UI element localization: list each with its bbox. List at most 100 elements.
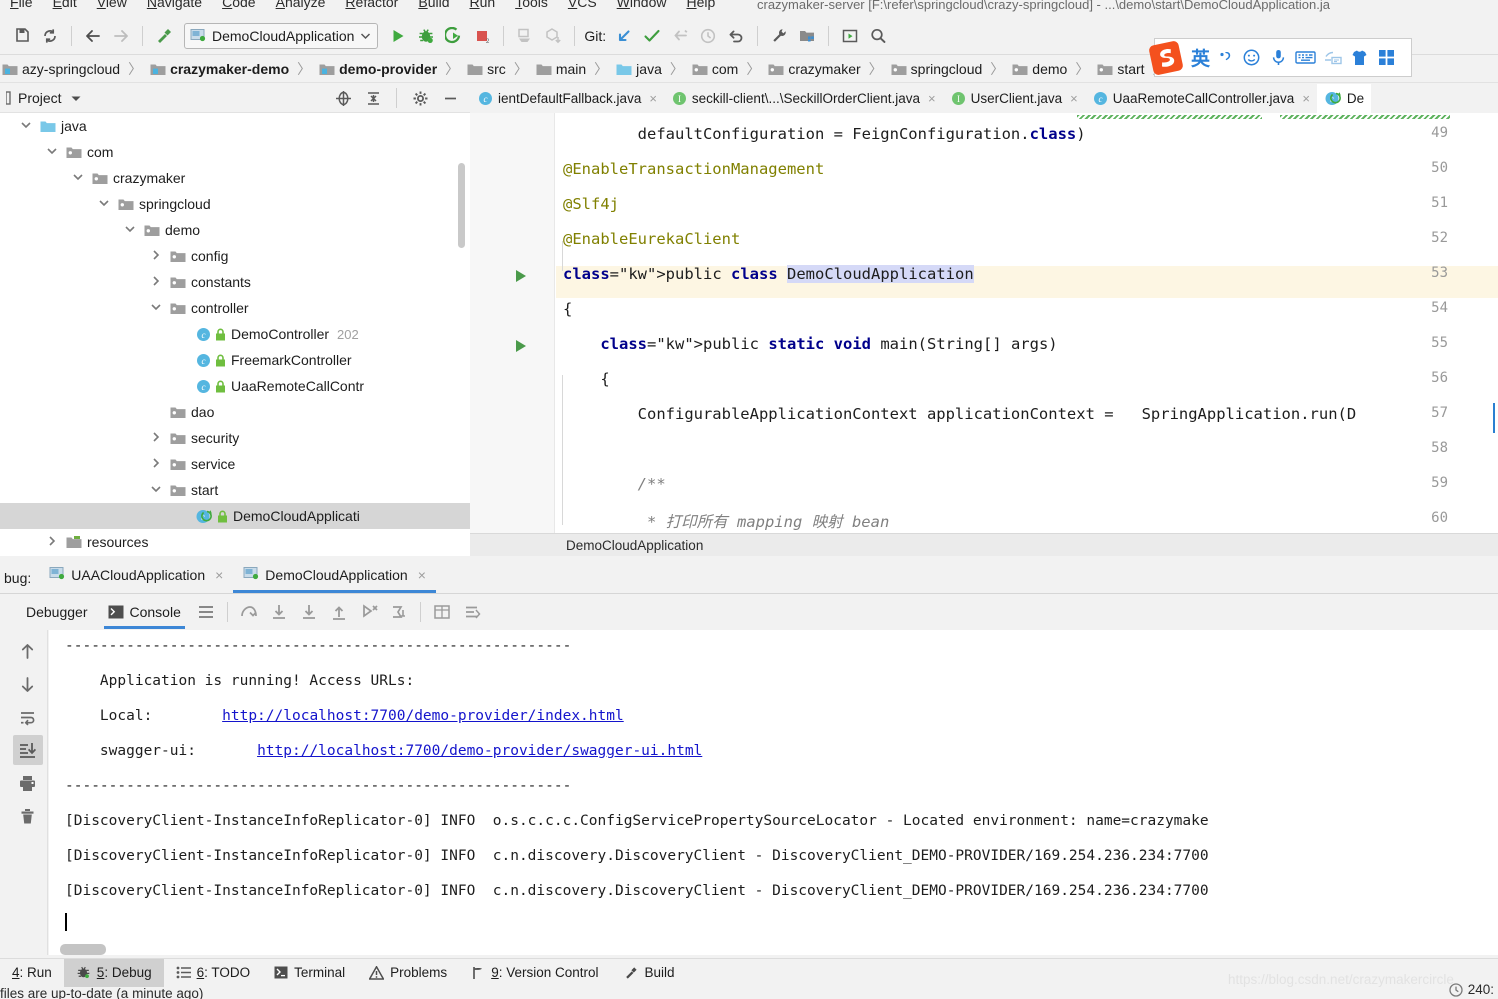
console-url-link[interactable]: http://localhost:7700/demo-provider/inde… [222, 708, 624, 724]
tree-node-uaaremotecallcontr[interactable]: c UaaRemoteCallContr [0, 373, 470, 399]
tree-node-freemarkcontroller[interactable]: c FreemarkController [0, 347, 470, 373]
breadcrumb-item-com[interactable]: com [690, 61, 740, 77]
editor-gutter[interactable] [470, 113, 555, 533]
menu-item-view[interactable]: View [87, 0, 137, 10]
sogou-ime-toolbar[interactable]: 英 [1149, 38, 1412, 77]
git-push-icon[interactable] [666, 23, 694, 49]
scroll-to-end-icon[interactable] [12, 735, 43, 765]
close-icon[interactable]: × [1070, 91, 1078, 106]
forward-icon[interactable] [107, 23, 135, 49]
soft-wrap-icon[interactable] [13, 702, 43, 732]
settings-wrench-icon[interactable] [765, 23, 793, 49]
close-icon[interactable]: × [1302, 91, 1310, 106]
locate-icon[interactable] [329, 85, 357, 111]
chevron-right-icon[interactable] [149, 248, 165, 264]
update-project-icon[interactable] [539, 23, 567, 49]
menu-item-vcs[interactable]: VCS [558, 0, 607, 10]
tree-node-java[interactable]: java [0, 113, 470, 139]
menu-item-analyze[interactable]: Analyze [266, 0, 336, 10]
status-tool-problems[interactable]: Problems [357, 959, 459, 987]
status-tool-terminal[interactable]: Terminal [262, 959, 357, 987]
tab-console[interactable]: Console [98, 594, 191, 629]
debug-tab-uaacloudapplication[interactable]: UAACloudApplication × [39, 557, 233, 593]
close-icon[interactable]: × [215, 567, 223, 583]
git-update-icon[interactable] [610, 23, 638, 49]
tree-node-crazymaker[interactable]: crazymaker [0, 165, 470, 191]
code-editor[interactable]: 49 defaultConfiguration = FeignConfigura… [470, 113, 1498, 533]
chevron-right-icon[interactable] [149, 274, 165, 290]
voice-input-icon[interactable] [1266, 43, 1291, 73]
editor-tab-userclient-java[interactable]: I UserClient.java × [943, 84, 1085, 113]
tree-node-resources[interactable]: resources [0, 529, 470, 555]
punctuation-icon[interactable] [1212, 43, 1237, 73]
run-configuration-selector[interactable]: DemoCloudApplication [184, 22, 379, 49]
breadcrumb-item-crazymaker-demo[interactable]: crazymaker-demo [148, 61, 291, 77]
menu-item-refactor[interactable]: Refactor [335, 0, 408, 10]
close-icon[interactable]: × [418, 567, 426, 583]
handwriting-icon[interactable] [1320, 43, 1345, 73]
breadcrumb-item-azy-springcloud[interactable]: azy-springcloud [0, 61, 122, 77]
menu-item-edit[interactable]: Edit [43, 0, 87, 10]
git-rollback-icon[interactable] [722, 23, 750, 49]
git-commit-icon[interactable] [638, 23, 666, 49]
toolbox-icon[interactable] [1374, 43, 1399, 73]
menu-item-code[interactable]: Code [212, 0, 265, 10]
run-with-coverage-icon[interactable] [440, 23, 468, 49]
chevron-down-icon[interactable] [123, 222, 139, 238]
editor-tab-de[interactable]: c De [1316, 84, 1372, 113]
debug-tab-democloudapplication[interactable]: DemoCloudApplication × [233, 557, 436, 593]
sogou-logo-icon[interactable] [1145, 37, 1187, 79]
run-to-cursor-icon[interactable] [354, 598, 384, 626]
step-into-icon[interactable] [264, 598, 294, 626]
search-everywhere-icon[interactable] [864, 23, 892, 49]
breadcrumb-item-start[interactable]: start [1095, 61, 1146, 77]
tree-node-security[interactable]: security [0, 425, 470, 451]
sync-icon[interactable] [36, 23, 64, 49]
project-tree-scrollbar[interactable] [458, 163, 465, 248]
project-structure-icon[interactable] [793, 23, 821, 49]
git-history-icon[interactable] [694, 23, 722, 49]
breadcrumb-item-main[interactable]: main [534, 61, 588, 77]
console-output[interactable]: ----------------------------------------… [49, 630, 1498, 955]
tree-node-democloudapplicati[interactable]: c DemoCloudApplicati [0, 503, 470, 529]
gear-icon[interactable] [406, 85, 434, 111]
evaluate-expression-icon[interactable] [384, 598, 414, 626]
status-tool-4-run[interactable]: 4: Run [0, 959, 64, 987]
soft-keyboard-icon[interactable] [1293, 43, 1318, 73]
menu-item-window[interactable]: Window [607, 0, 677, 10]
breadcrumb-item-springcloud[interactable]: springcloud [889, 61, 985, 77]
breadcrumb-item-demo[interactable]: demo [1010, 61, 1069, 77]
ime-mode-label[interactable]: 英 [1191, 44, 1210, 71]
tab-debugger[interactable]: Debugger [16, 594, 98, 629]
menu-item-help[interactable]: Help [676, 0, 725, 10]
force-step-into-icon[interactable] [294, 598, 324, 626]
up-arrow-icon[interactable] [13, 636, 43, 666]
close-icon[interactable]: × [649, 91, 657, 106]
menu-item-run[interactable]: Run [459, 0, 505, 10]
run-icon[interactable] [384, 23, 412, 49]
attach-profiler-icon[interactable] [511, 23, 539, 49]
run-anything-icon[interactable] [836, 23, 864, 49]
tree-node-springcloud[interactable]: springcloud [0, 191, 470, 217]
editor-tab-ientdefaultfallback-java[interactable]: c ientDefaultFallback.java × [470, 84, 664, 113]
save-all-icon[interactable] [8, 23, 36, 49]
back-icon[interactable] [79, 23, 107, 49]
emoji-icon[interactable] [1239, 43, 1264, 73]
stop-icon[interactable]: 2 [468, 23, 496, 49]
chevron-down-icon[interactable] [97, 196, 113, 212]
status-tool-6-todo[interactable]: 6: TODO [164, 959, 263, 987]
menu-item-build[interactable]: Build [408, 0, 459, 10]
hide-panel-icon[interactable] [436, 85, 464, 111]
breadcrumb-item-demo-provider[interactable]: demo-provider [317, 61, 439, 77]
watches-table-icon[interactable] [427, 598, 457, 626]
step-out-icon[interactable] [324, 598, 354, 626]
console-url-link[interactable]: http://localhost:7700/demo-provider/swag… [257, 743, 702, 759]
chevron-down-icon[interactable] [71, 170, 87, 186]
status-tool-build[interactable]: Build [611, 959, 687, 987]
down-arrow-icon[interactable] [13, 669, 43, 699]
layout-settings-icon[interactable] [191, 598, 221, 626]
run-gutter-icon[interactable] [516, 270, 526, 282]
mute-breakpoints-icon[interactable] [457, 598, 487, 626]
status-tool-9-version-control[interactable]: 9: Version Control [459, 959, 610, 987]
chevron-right-icon[interactable] [45, 534, 61, 550]
